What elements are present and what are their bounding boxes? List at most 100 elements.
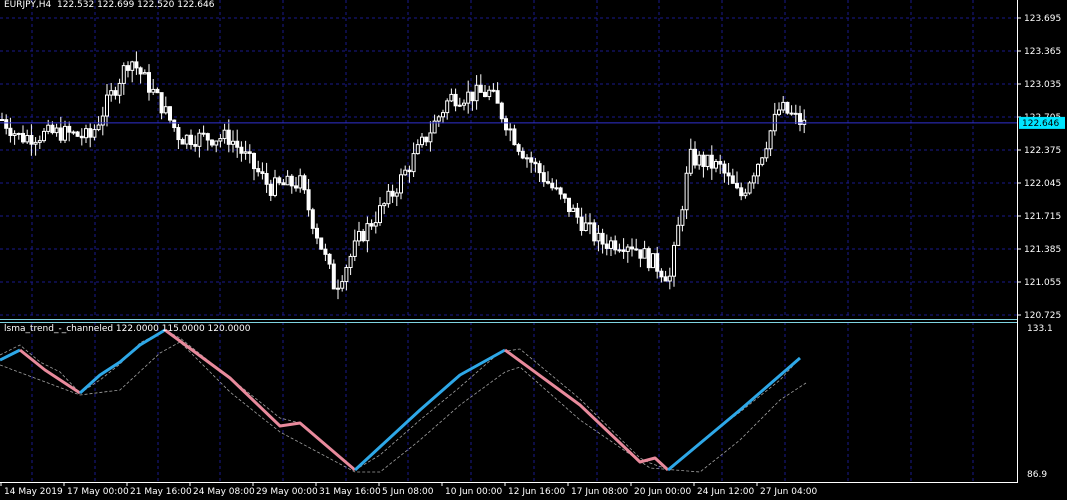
candle-body — [113, 90, 118, 96]
price-tick-label: 121.055 — [1024, 278, 1061, 288]
candle-body — [470, 91, 475, 102]
candle-body — [260, 171, 265, 174]
candle-body — [4, 119, 9, 129]
candle-body — [415, 144, 420, 155]
candle-body — [63, 125, 67, 141]
candle-body — [462, 102, 466, 106]
candle-body — [92, 129, 97, 138]
price-tick-label: 122.375 — [1024, 146, 1061, 156]
current-price-label: 122.646 — [1022, 119, 1059, 129]
candle-body — [487, 89, 492, 98]
candle-body — [525, 157, 529, 160]
candle-body — [344, 266, 349, 283]
candle-body — [168, 106, 172, 121]
candle-body — [714, 160, 718, 169]
candle-body — [466, 91, 471, 104]
price-axis: 123.695123.365123.035122.705122.375122.0… — [1017, 14, 1065, 321]
candle-body — [567, 197, 571, 213]
candle-body — [693, 148, 697, 166]
candle-body — [222, 129, 227, 140]
price-tick-label: 121.715 — [1024, 212, 1061, 222]
trend-line — [164, 328, 356, 472]
candle-body — [180, 139, 185, 145]
candle-body — [730, 175, 735, 184]
candle-body — [588, 222, 592, 225]
candle-body — [172, 119, 177, 129]
candle-body — [533, 161, 538, 165]
price-tick-label: 123.365 — [1024, 47, 1061, 57]
candle-body — [252, 152, 256, 170]
candle-body — [277, 177, 282, 184]
candle-body — [378, 205, 382, 224]
candle-body — [71, 131, 76, 134]
candle-body — [546, 181, 550, 184]
candle-body — [163, 106, 168, 114]
candle-body — [554, 187, 559, 190]
candle-body — [310, 209, 315, 229]
candle-body — [722, 163, 727, 174]
price-tick-label: 123.695 — [1024, 14, 1061, 24]
candle-body — [142, 72, 147, 75]
candle-body — [184, 134, 189, 145]
chart-canvas[interactable]: 123.695123.365123.035122.705122.375122.0… — [0, 0, 1067, 500]
candle-body — [436, 116, 441, 122]
candle-body — [390, 190, 395, 197]
candle-body — [617, 249, 622, 252]
candle-body — [508, 128, 513, 131]
candle-body — [701, 154, 706, 167]
candle-body — [751, 175, 756, 184]
trend-line — [504, 348, 670, 472]
candle-body — [247, 151, 252, 154]
candle-body — [50, 124, 55, 134]
candle-body — [579, 216, 584, 231]
candle-body — [205, 133, 210, 141]
candle-body — [319, 237, 324, 250]
candle-body — [268, 183, 273, 196]
candle-body — [634, 248, 639, 251]
candle-body — [369, 223, 374, 227]
candle-body — [663, 276, 668, 282]
candle-body — [646, 248, 651, 269]
price-candles — [0, 51, 1017, 300]
chart-frames — [0, 0, 1018, 483]
candle-body — [159, 92, 164, 114]
time-tick-label: 20 Jun 00:00 — [634, 487, 691, 497]
candle-body — [760, 157, 765, 165]
candle-body — [651, 253, 655, 269]
candle-body — [75, 131, 80, 137]
candle-body — [571, 207, 576, 213]
candle-body — [411, 153, 416, 173]
candle-body — [289, 175, 294, 187]
ohlc-values: 122.532 122.699 122.520 122.646 — [57, 0, 215, 10]
candle-body — [126, 65, 130, 71]
candle-body — [529, 157, 534, 163]
candle-body — [499, 102, 504, 120]
time-tick-label: 21 May 16:00 — [130, 487, 192, 497]
candle-body — [613, 240, 618, 251]
candle-body — [357, 230, 361, 242]
candle-body — [100, 115, 105, 126]
candle-body — [747, 182, 752, 194]
candle-body — [323, 248, 328, 255]
candle-body — [147, 72, 151, 93]
candle-body — [491, 89, 496, 92]
candle-body — [109, 90, 114, 96]
candle-body — [214, 140, 219, 146]
candle-body — [189, 134, 193, 146]
candle-body — [361, 230, 366, 242]
candle-body — [718, 160, 723, 165]
time-tick-label: 29 May 00:00 — [256, 487, 318, 497]
candle-body — [667, 275, 672, 282]
candle-body — [604, 243, 609, 249]
candle-body — [726, 172, 731, 177]
channel-upper — [0, 329, 801, 471]
candle-body — [16, 132, 21, 135]
candle-body — [394, 192, 399, 197]
chart-grid — [0, 0, 1017, 482]
candle-body — [33, 141, 38, 145]
price-tick-label: 121.385 — [1024, 245, 1061, 255]
candle-body — [684, 172, 689, 211]
time-tick-label: 17 Jun 08:00 — [571, 487, 628, 497]
candle-body — [8, 127, 13, 136]
candle-body — [193, 144, 198, 147]
